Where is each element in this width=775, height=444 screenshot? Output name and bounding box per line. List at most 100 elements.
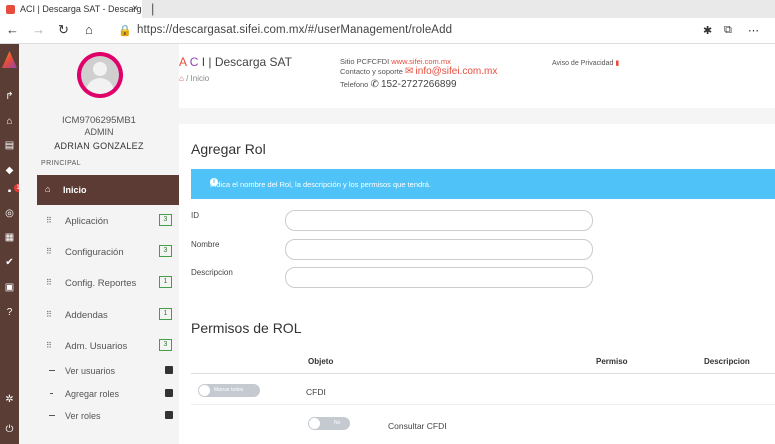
shortcut-icon[interactable]: ↱ — [4, 91, 15, 102]
sidebar-item-label: Config. Reportes — [65, 278, 137, 289]
settings-icon[interactable]: ✲ — [4, 394, 15, 405]
phone-number: 152-2727266899 — [380, 79, 457, 90]
app-logo-icon[interactable] — [2, 51, 17, 68]
field-label-id: ID — [191, 211, 199, 220]
lock-icon: 🔒 — [118, 25, 132, 37]
count-badge: 3 — [159, 245, 172, 257]
check-circle-icon[interactable]: ✔ — [4, 257, 15, 268]
calendar-icon[interactable]: ▦ — [4, 232, 15, 243]
sidebar: ADRIAN GONZALEZ ICM9706295MB1 ADMIN PRIN… — [19, 44, 183, 444]
descripcion-field[interactable] — [285, 267, 593, 288]
menu-icon[interactable]: ⋯ — [748, 24, 759, 37]
user-icon — [165, 389, 173, 397]
nombre-field[interactable] — [285, 239, 593, 260]
grid-icon: ⠿ — [46, 278, 52, 287]
site-info: Sitio PCFCFDI www.sifei.com.mx — [340, 57, 451, 66]
user-name: ADRIAN GONZALEZ — [54, 141, 144, 151]
count-badge: 3 — [159, 339, 172, 351]
sidebar-item-inicio[interactable]: ⌂ Inicio — [37, 175, 183, 205]
count-badge: 1 — [159, 308, 172, 320]
close-tab-icon[interactable]: × — [132, 3, 138, 14]
tab-title: ACI | Descarga SAT - Descarga gratis — [20, 4, 142, 14]
sidebar-item-label: Addendas — [65, 310, 108, 321]
permission-toggle[interactable]: No — [308, 417, 350, 430]
browser-tab-bar: ACI | Descarga SAT - Descarga gratis × | — [0, 0, 775, 18]
user-role: ADMIN — [84, 127, 114, 137]
privacy-notice[interactable]: Aviso de Privacidad ▮ — [552, 59, 619, 67]
sidebar-item-addendas[interactable]: ⠿ Addendas 1 — [37, 304, 183, 326]
subitem-ver-usuarios[interactable]: Ver usuarios — [37, 363, 183, 379]
forward-icon[interactable]: → — [32, 22, 45, 37]
count-badge: 3 — [159, 214, 172, 226]
subitem-label: Ver usuarios — [65, 366, 116, 376]
icon-rail: ↱ ⌂ ▤ ◆ ▪ 1 ◎ ▦ ✔ ▣ ? ✲ ⏻ — [0, 44, 22, 444]
breadcrumb-item[interactable]: Inicio — [191, 74, 210, 83]
row-divider — [191, 404, 775, 405]
sidebar-item-config-reportes[interactable]: ⠿ Config. Reportes 1 — [37, 272, 183, 294]
grid-icon: ⠿ — [46, 247, 52, 256]
back-icon[interactable]: ← — [6, 22, 19, 37]
subitem-label: Ver roles — [65, 411, 101, 421]
subitem-label: Agregar roles — [65, 389, 120, 399]
permissions-title: Permisos de ROL — [191, 320, 302, 336]
lock-privacy-icon: ▮ — [615, 60, 620, 67]
column-header-objeto: Objeto — [308, 357, 334, 366]
site-link[interactable]: www.sifei.com.mx — [391, 57, 451, 66]
contact-info: Contacto y soporte ✉ info@sifei.com.mx — [340, 66, 498, 77]
sidebar-item-label: Inicio — [63, 185, 87, 195]
user-rfc: ICM9706295MB1 — [62, 115, 136, 126]
sidebar-item-adm-usuarios[interactable]: ⠿ Adm. Usuarios 3 — [37, 335, 183, 357]
field-label-descripcion: Descripcion — [191, 268, 233, 277]
url-field[interactable]: https://descargasat.sifei.com.mx/#/userM… — [137, 24, 452, 36]
subitem-agregar-roles[interactable]: Agregar roles — [37, 386, 183, 402]
home-icon: ⌂ — [45, 184, 51, 194]
home-rail-icon[interactable]: ⌂ — [4, 116, 15, 127]
app-brand: A C I | Descarga SAT — [179, 55, 292, 69]
info-banner: Indica el nombre del Rol, la descripción… — [191, 169, 775, 199]
new-tab-button[interactable]: | — [151, 1, 154, 16]
favicon-icon — [6, 5, 15, 14]
sidebar-item-label: Aplicación — [65, 216, 109, 227]
select-all-toggle[interactable]: Marcar todos — [198, 384, 260, 397]
id-field[interactable] — [285, 210, 593, 231]
column-header-permiso: Permiso — [596, 357, 628, 366]
subitem-ver-roles[interactable]: Ver roles — [37, 408, 183, 424]
grid-icon: ⠿ — [46, 310, 52, 319]
reload-icon[interactable]: ↻ — [58, 22, 69, 38]
alarm-icon[interactable]: ◎ — [4, 208, 15, 219]
avatar[interactable] — [77, 52, 123, 98]
home-nav-icon[interactable]: ⌂ — [85, 22, 93, 37]
extension-icon[interactable]: ✱ — [703, 24, 712, 37]
mail-icon: ✉ — [405, 66, 414, 77]
info-icon: i — [210, 178, 218, 186]
home-icon[interactable]: ⌂ — [179, 74, 184, 83]
sidebar-section-label: PRINCIPAL — [41, 160, 82, 167]
table-divider — [191, 373, 775, 374]
permission-consultar-cfdi: Consultar CFDI — [388, 421, 447, 431]
column-header-descripcion: Descripcion — [704, 357, 750, 366]
phone-info: Telefono ✆ 152-2727266899 — [340, 79, 457, 90]
page-title: Agregar Rol — [191, 141, 266, 157]
document-icon[interactable]: ▤ — [4, 140, 15, 151]
count-badge: 1 — [159, 276, 172, 288]
address-bar: ← → ↻ ⌂ 🔒 https://descargasat.sifei.com.… — [0, 18, 775, 44]
collections-icon[interactable]: ⧉ — [724, 24, 732, 37]
briefcase-icon[interactable]: ▣ — [4, 282, 15, 293]
help-icon[interactable]: ? — [4, 307, 15, 318]
sidebar-item-configuracion[interactable]: ⠿ Configuración 3 — [37, 241, 183, 263]
avatar-placeholder-icon — [81, 56, 119, 94]
power-icon[interactable]: ⏻ — [4, 424, 15, 435]
contact-email-link[interactable]: info@sifei.com.mx — [416, 66, 498, 77]
user-icon — [165, 411, 173, 419]
sidebar-item-label: Adm. Usuarios — [65, 341, 128, 352]
grid-icon: ⠿ — [46, 341, 52, 350]
phone-icon: ✆ — [370, 79, 379, 90]
bell-icon[interactable]: ◆ — [4, 165, 15, 176]
breadcrumb: ⌂ / Inicio — [179, 74, 210, 83]
sidebar-item-label: Configuración — [65, 247, 124, 258]
object-cfdi: CFDI — [306, 387, 326, 397]
sidebar-item-aplicacion[interactable]: ⠿ Aplicación 3 — [37, 210, 183, 232]
user-icon — [165, 366, 173, 374]
grid-icon: ⠿ — [46, 216, 52, 225]
browser-tab[interactable]: ACI | Descarga SAT - Descarga gratis × — [0, 0, 142, 18]
